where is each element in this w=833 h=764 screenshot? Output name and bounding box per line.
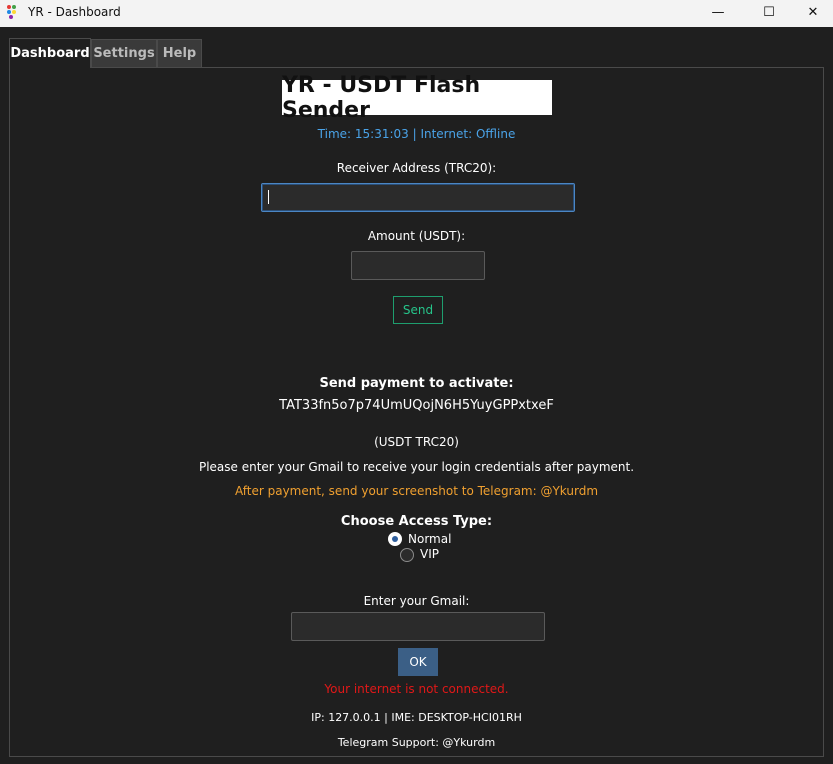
instructions-text: Please enter your Gmail to receive your … — [198, 460, 635, 474]
window-title: YR - Dashboard — [28, 5, 121, 19]
receiver-address-input[interactable] — [261, 183, 575, 212]
radio-normal[interactable] — [388, 532, 402, 546]
amount-input[interactable] — [351, 251, 485, 280]
receiver-address-label: Receiver Address (TRC20): — [336, 161, 497, 175]
title-bar[interactable]: YR - Dashboard — ☐ ✕ — [0, 0, 833, 27]
amount-label: Amount (USDT): — [367, 229, 466, 243]
minimize-button[interactable]: — — [695, 0, 741, 24]
error-message: Your internet is not connected. — [324, 682, 509, 696]
ip-info: IP: 127.0.0.1 | IME: DESKTOP-HCI01RH — [311, 711, 522, 724]
maximize-button[interactable]: ☐ — [746, 0, 792, 24]
access-type-label: Choose Access Type: — [340, 514, 493, 529]
activation-title: Send payment to activate: — [319, 376, 514, 391]
radio-vip[interactable] — [400, 548, 414, 562]
network-label: (USDT TRC20) — [374, 435, 459, 449]
app-logo-icon — [7, 5, 21, 19]
status-line: Time: 15:31:03 | Internet: Offline — [317, 127, 516, 141]
close-button[interactable]: ✕ — [790, 0, 833, 24]
ok-button[interactable]: OK — [398, 648, 438, 676]
tab-help[interactable]: Help — [157, 39, 202, 67]
radio-normal-label[interactable]: Normal — [408, 532, 451, 546]
text-caret — [268, 190, 269, 204]
telegram-note: After payment, send your screenshot to T… — [234, 484, 599, 498]
payment-address: TAT33fn5o7p74UmUQojN6H5YuyGPPxtxeF — [279, 398, 554, 413]
radio-vip-label[interactable]: VIP — [420, 547, 439, 561]
gmail-input[interactable] — [291, 612, 545, 641]
gmail-label: Enter your Gmail: — [363, 594, 470, 608]
tab-dashboard[interactable]: Dashboard — [9, 38, 91, 68]
tab-settings[interactable]: Settings — [91, 39, 157, 67]
telegram-support: Telegram Support: @Ykurdm — [337, 736, 496, 749]
send-button[interactable]: Send — [393, 296, 443, 324]
page-title: YR - USDT Flash Sender — [282, 73, 552, 123]
